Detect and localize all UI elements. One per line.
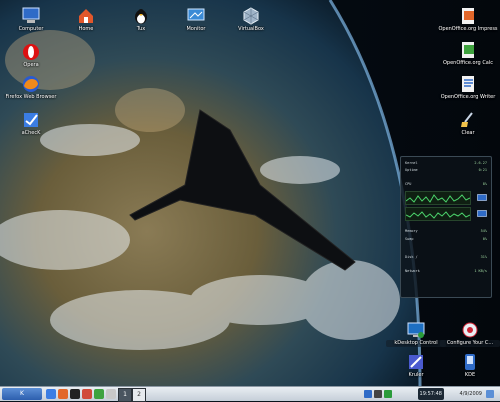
sysmon-row-value: 0% [482,237,487,241]
sysmon-row-label: Memory [405,229,418,233]
monitor-icon [477,194,487,201]
display-icon [187,8,205,21]
show-desktop-icon[interactable] [486,390,494,398]
desktop-icon-label: Firefox Web Browser [5,94,57,100]
media-launcher-icon[interactable] [106,389,116,399]
sysmon-row-label: Uptime [405,168,418,172]
configure-icon [462,322,478,338]
broom-icon [461,112,473,127]
pager-label: 2 [137,391,141,398]
tux-icon [135,9,147,24]
sysmon-row-value: 31% [480,255,487,259]
browser-launcher-icon[interactable] [58,389,68,399]
update-tray-icon[interactable] [384,390,392,398]
computer-icon [22,7,40,23]
calc-icon [462,42,474,58]
network-tray-icon[interactable] [364,390,372,398]
desktop-icon-computer[interactable]: Computer [1,6,61,33]
desktop-icon-label: aChecK [21,130,41,136]
desktop-icon-label: VirtualBox [238,26,264,32]
terminal-launcher-icon[interactable] [70,389,80,399]
desktop-icon-label: Opera [23,62,39,68]
clock[interactable]: 19:57:48 [417,388,444,400]
virtualbox-icon [243,7,259,25]
sysmon-row: Disk / 31% [405,255,487,261]
sysmon-row-value: 8% [482,182,487,186]
desktop-icon-label: OpenOffice.org Calc [442,60,494,66]
desktop-control-icon [407,322,425,338]
office-launcher-icon[interactable] [94,389,104,399]
sysmon-row-value: 0:21 [478,168,487,172]
desktop-icon-label: Kruler [408,372,424,378]
sysmon-row: Swap 0% [405,237,487,243]
impress-icon [462,8,474,24]
desktop-icon-opera[interactable]: Opera [1,42,61,69]
firefox-icon [23,76,39,92]
start-menu-label: K [20,390,24,397]
sysmon-row: Memory 54% [405,229,487,235]
volume-tray-icon[interactable] [374,390,382,398]
kde-icon [465,354,475,370]
desktop-icon-label: Home [78,26,94,32]
sysmon-row-value: 54% [480,229,487,233]
desktop-icon-virtualbox[interactable]: VirtualBox [221,6,281,33]
date[interactable]: 4/9/2009 [460,388,482,400]
sysmon-row-label: Network [405,269,420,273]
sysmon-row-value: 2.6.27 [474,161,487,165]
sysmon-row: Network 1 KB/s [405,269,487,275]
desktop-icon-label: Monitor [186,26,206,32]
desktop-icon-clear[interactable]: Clear [438,110,498,137]
taskbar: K 1 2 19:57:48 4/9/2009 [0,386,500,402]
start-menu-button[interactable]: K [2,388,42,400]
home-folder-icon [79,9,93,23]
desktop-icon-desktop-control[interactable]: kDesktop Control [386,320,446,347]
desktop-icon-label: OpenOffice.org Impress [438,26,498,32]
ruler-icon [409,355,423,369]
desktop-icon-label: kDesktop Control [386,340,446,347]
sysmon-row-label: Disk / [405,255,418,259]
desktop-icon-monitor[interactable]: Monitor [166,6,226,33]
sysmon-row-value: 1 KB/s [474,269,487,273]
desktop-icon-writer[interactable]: OpenOffice.org Writer [438,74,498,101]
desktop: Computer Opera Firefox Web Browser aChec… [0,0,500,386]
desktop-icon-label: Configure Your C... [440,340,500,347]
desktop-icon-firefox[interactable]: Firefox Web Browser [1,74,61,101]
sysmon-row-label: CPU [405,182,412,186]
desktop-icon-home[interactable]: Home [56,6,116,33]
opera-icon [23,44,39,60]
cpu-graph [405,191,471,205]
desktop-icon-kruler[interactable]: Kruler [386,352,446,379]
desktop-icon-impress[interactable]: OpenOffice.org Impress [438,6,498,33]
sysmon-row-label: Swap [405,237,414,241]
desktop-icon-acheck[interactable]: aChecK [1,110,61,137]
sysmon-row: Kernel 2.6.27 [405,161,487,167]
desktop-icon-label: Computer [18,26,44,32]
desktop-icon-configure[interactable]: Configure Your C... [440,320,500,347]
desktop-icon-label: Clear [461,130,475,136]
desktop-icon-label: Tux [136,26,146,32]
desktop-icon-label: OpenOffice.org Writer [440,94,496,100]
mail-launcher-icon[interactable] [82,389,92,399]
monitor-icon [477,210,487,217]
desktop-icon-calc[interactable]: OpenOffice.org Calc [438,40,498,67]
desktop-icon-tux[interactable]: Tux [111,6,171,33]
file-manager-launcher-icon[interactable] [46,389,56,399]
sysmon-row: Uptime 0:21 [405,168,487,174]
sysmon-row: CPU 8% [405,182,487,188]
sysmon-row-label: Kernel [405,161,418,165]
desktop-icon-kde[interactable]: KDE [440,352,500,379]
system-monitor-widget: Kernel 2.6.27 Uptime 0:21 CPU 8% Memory 54% … [400,156,492,298]
memory-graph [405,207,471,221]
pager-label: 1 [123,391,127,398]
desktop-icon-label: KDE [464,372,476,378]
check-tool-icon [24,113,38,127]
writer-icon [462,76,474,92]
